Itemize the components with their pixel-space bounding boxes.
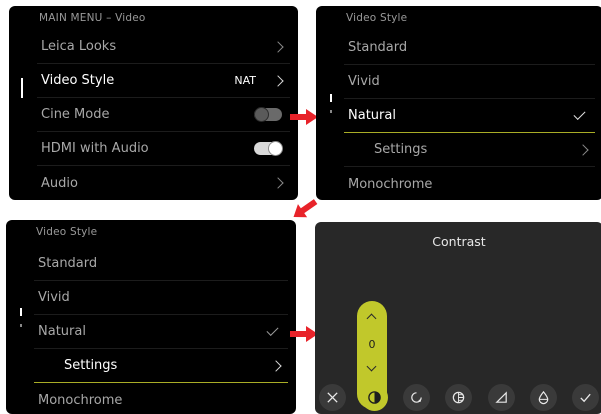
saturation-icon [411, 391, 423, 403]
checkmark-icon [573, 107, 586, 120]
tutorial-stage: MAIN MENU – Video Leica Looks Video Styl… [0, 0, 601, 414]
menu-item-label: Natural [38, 324, 86, 339]
menu-item-label: Natural [348, 108, 396, 123]
sharpness-icon [494, 390, 507, 403]
chevron-right-icon [272, 40, 284, 53]
cine-mode-toggle[interactable] [254, 107, 282, 122]
sharpness-button[interactable] [487, 383, 515, 411]
chevron-down-icon[interactable] [366, 361, 377, 372]
menu-item-label: Vivid [348, 74, 380, 89]
contrast-icon [368, 390, 381, 404]
scroll-indicator-dot [20, 324, 22, 327]
menu-item-leica-looks[interactable]: Leica Looks [37, 30, 290, 64]
menu-item-settings[interactable]: Settings [344, 133, 595, 167]
confirm-icon [580, 393, 591, 402]
menu-item-vivid[interactable]: Vivid [34, 281, 288, 315]
menu-title: Video Style [346, 12, 408, 24]
contrast-value: 0 [368, 338, 376, 351]
hdmi-audio-toggle[interactable] [254, 141, 283, 156]
chevron-up-icon[interactable] [366, 313, 377, 324]
menu-item-label: Cine Mode [41, 107, 110, 122]
menu-item-label: Settings [64, 358, 118, 373]
adjustment-icon-bar [319, 382, 599, 412]
menu-item-natural[interactable]: Natural [344, 99, 595, 133]
scroll-indicator [21, 78, 23, 98]
video-style-screen: Video Style Standard Vivid Natural Setti… [316, 6, 601, 200]
menu-item-label: Video Style [41, 73, 115, 88]
menu-item-label: Audio [41, 175, 78, 191]
menu-title: Video Style [36, 226, 98, 238]
tint-icon [538, 390, 549, 404]
menu-item-label: Monochrome [348, 176, 433, 192]
menu-item-vivid[interactable]: Vivid [344, 65, 595, 99]
menu-item-standard[interactable]: Standard [344, 31, 595, 65]
menu-item-label: Monochrome [38, 392, 123, 408]
menu-item-monochrome[interactable]: Monochrome [344, 167, 595, 200]
video-style-settings-screen: Video Style Standard Vivid Natural Setti… [6, 220, 296, 414]
highlights-button[interactable] [445, 383, 473, 411]
saturation-button[interactable] [403, 383, 431, 411]
menu-item-label: Leica Looks [41, 39, 117, 54]
chevron-right-icon [270, 359, 282, 372]
menu-item-hdmi-with-audio[interactable]: HDMI with Audio [37, 132, 290, 166]
contrast-screen: Contrast 0 [315, 222, 601, 414]
tint-button[interactable] [529, 383, 557, 411]
menu-item-cine-mode[interactable]: Cine Mode [37, 98, 290, 132]
chevron-right-icon [272, 74, 284, 87]
main-menu-video-screen: MAIN MENU – Video Leica Looks Video Styl… [9, 6, 298, 200]
menu-item-video-style[interactable]: Video Style NAT [37, 64, 290, 98]
menu-item-label: Standard [348, 40, 408, 55]
scroll-indicator [20, 308, 22, 316]
menu-item-settings[interactable]: Settings [34, 349, 288, 383]
scroll-indicator [330, 94, 332, 102]
arrow-down-left-icon [293, 199, 318, 218]
menu-item-natural[interactable]: Natural [34, 315, 288, 349]
checkmark-icon [266, 323, 279, 336]
highlights-icon [453, 391, 465, 403]
menu-item-label: Vivid [38, 290, 70, 305]
confirm-button[interactable] [571, 383, 599, 411]
menu-title: MAIN MENU – Video [39, 12, 146, 24]
menu-item-monochrome[interactable]: Monochrome [34, 383, 288, 414]
chevron-right-icon [272, 177, 284, 189]
menu-item-label: Standard [38, 256, 98, 271]
arrow-right-icon [290, 109, 318, 125]
scroll-indicator-dot [330, 110, 332, 113]
close-button[interactable] [319, 383, 346, 411]
menu-item-value: NAT [234, 74, 256, 87]
menu-item-standard[interactable]: Standard [34, 247, 288, 281]
menu-item-label: HDMI with Audio [41, 141, 149, 156]
close-icon [327, 391, 338, 403]
chevron-right-icon [577, 143, 589, 156]
menu-item-audio[interactable]: Audio [37, 166, 290, 200]
contrast-title: Contrast [432, 234, 486, 249]
contrast-button[interactable] [361, 383, 389, 411]
menu-item-label: Settings [374, 142, 428, 157]
